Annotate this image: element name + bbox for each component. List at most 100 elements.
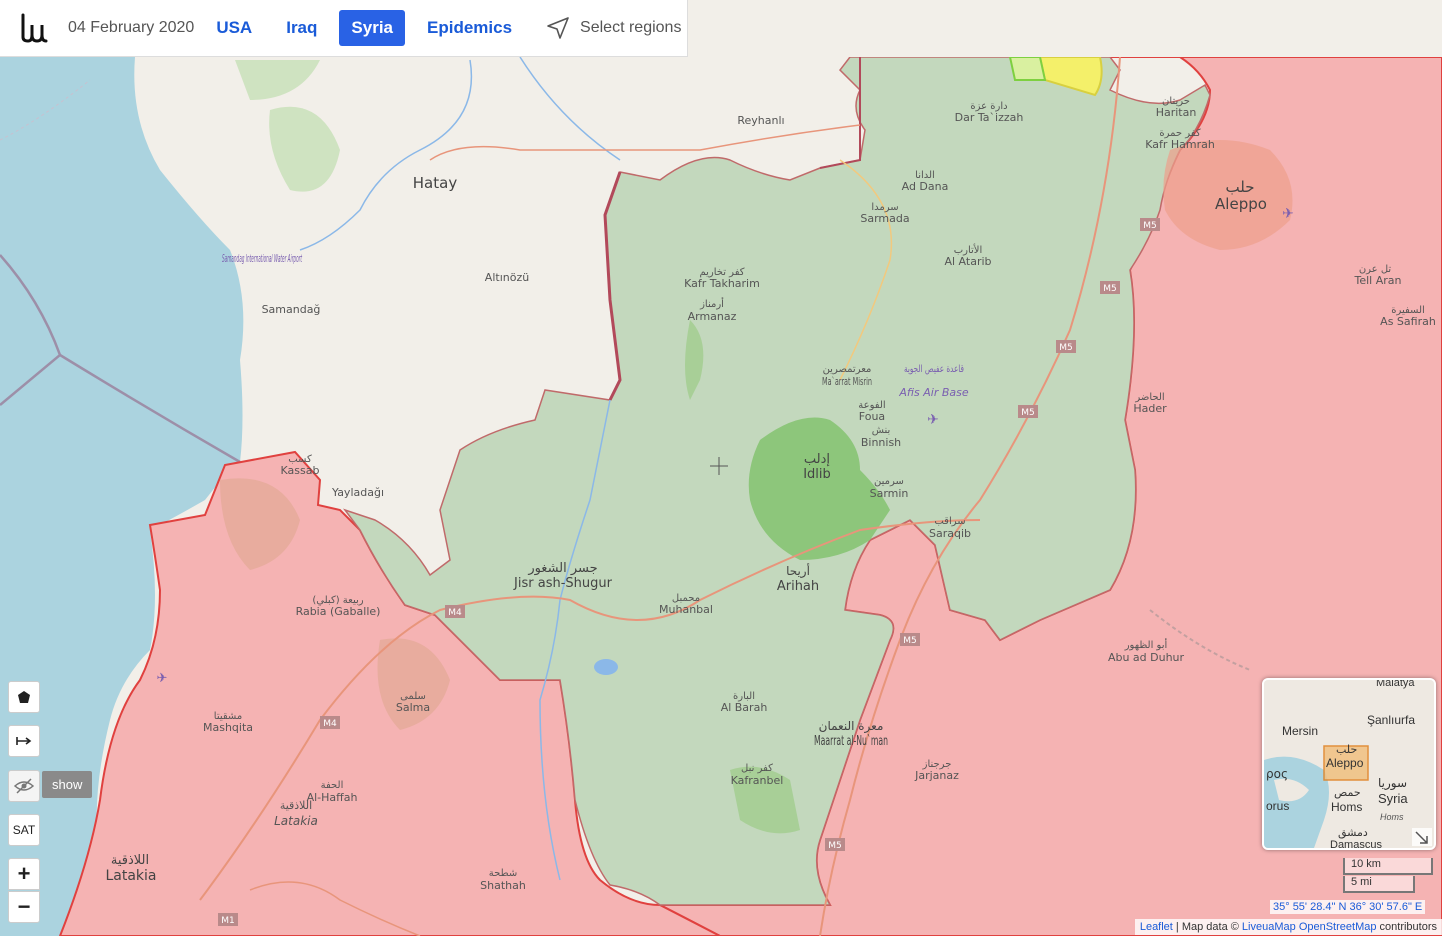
nav-usa[interactable]: USA	[216, 18, 252, 38]
svg-text:M5: M5	[1021, 408, 1035, 418]
label-aleppo: Aleppo	[1215, 195, 1267, 213]
draw-polygon-button[interactable]	[8, 681, 40, 713]
svg-text:M5: M5	[1059, 343, 1073, 353]
overview-minimap[interactable]: Mersin Şanlıurfa Malatya حلب Aleppo سوري…	[1262, 678, 1436, 850]
label-afis-ar: قاعدة عفيص الجوية	[904, 364, 964, 375]
label-latakia-gov-ar: اللاذقية	[280, 799, 312, 812]
scale-km: 10 km	[1343, 858, 1433, 875]
label-hatay: Hatay	[413, 174, 458, 192]
label-kafranbel: Kafranbel	[731, 774, 784, 787]
nav-syria[interactable]: Syria	[339, 10, 405, 46]
label-jisr: Jisr ash-Shugur	[513, 576, 613, 591]
toggle-visibility-button[interactable]	[8, 770, 40, 802]
label-kassab: Kassab	[281, 464, 320, 477]
liveuamap-link[interactable]: LiveuaMap	[1242, 921, 1296, 933]
satellite-toggle-button[interactable]: SAT	[8, 814, 40, 846]
label-shathah: Shathah	[480, 879, 526, 892]
minimap-homs-gov: Homs	[1380, 812, 1404, 822]
label-saraqib-ar: سراقب	[934, 516, 965, 527]
label-yayladagi: Yayladağı	[331, 486, 384, 499]
label-samandag-airport: Samandag International Water Airport	[222, 252, 302, 265]
label-salma: Salma	[396, 701, 430, 714]
label-saraqib: Saraqib	[929, 527, 971, 540]
label-maarat-numan: Maarrat al-Nu`man	[814, 734, 888, 749]
label-sarmada: Sarmada	[860, 212, 909, 225]
minimap-damascus: Damascus	[1330, 839, 1382, 848]
minimap-sanliurfa: Şanlıurfa	[1367, 713, 1415, 727]
road-shield-m5-3: M5	[1056, 340, 1076, 353]
svg-text:M5: M5	[1103, 284, 1117, 294]
label-maarat-numan-ar: معرة النعمان	[819, 719, 884, 734]
label-kafr-hamra: Kafr Hamrah	[1145, 138, 1215, 151]
minimap-canvas: Mersin Şanlıurfa Malatya حلب Aleppo سوري…	[1264, 680, 1434, 848]
svg-text:M4: M4	[323, 719, 337, 729]
label-ariha: Arihah	[777, 579, 819, 594]
zoom-out-button[interactable]: −	[8, 891, 40, 923]
label-armanaz-ar: أرمناز	[699, 297, 724, 310]
measure-icon	[16, 737, 32, 745]
minimap-damascus-ar: دمشق	[1338, 826, 1368, 840]
nav-epidemics[interactable]: Epidemics	[427, 18, 512, 38]
date-label[interactable]: 04 February 2020	[68, 19, 194, 37]
label-idlib-ar: إدلب	[804, 452, 830, 467]
minimap-homs-ar: حمص	[1334, 786, 1361, 799]
nav-iraq[interactable]: Iraq	[286, 18, 317, 38]
road-shield-m1: M1	[218, 913, 238, 926]
label-jisr-ar: جسر الشغور	[527, 561, 597, 576]
lake	[594, 659, 618, 675]
label-al-barah: Al Barah	[721, 701, 768, 714]
zoom-in-button[interactable]: +	[8, 858, 40, 890]
label-jarjanaz: Jarjanaz	[914, 769, 959, 782]
label-as-safirah: As Safirah	[1380, 315, 1436, 328]
label-binnish: Binnish	[861, 436, 901, 449]
minimap-cyprus-1: ρος	[1266, 767, 1288, 781]
minimap-cyprus-2: orus	[1266, 799, 1289, 813]
label-latakia: Latakia	[105, 868, 156, 884]
svg-text:M5: M5	[1143, 221, 1157, 231]
airport-icon-aleppo: ✈	[1282, 206, 1294, 222]
scale-mi: 5 mi	[1343, 876, 1415, 893]
top-bar: 04 February 2020 USA Iraq Syria Epidemic…	[0, 0, 688, 57]
label-abu-duhur: Abu ad Duhur	[1108, 651, 1185, 664]
label-tell-aran: Tell Aran	[1354, 274, 1402, 287]
polygon-icon	[18, 691, 30, 703]
road-shield-m5-2: M5	[1100, 281, 1120, 294]
osm-link[interactable]: OpenStreetMap	[1299, 921, 1377, 933]
label-kafr-takharim: Kafr Takharim	[684, 277, 760, 290]
label-maarat: Ma`arrat Misrin	[822, 375, 872, 388]
select-regions-label: Select regions	[580, 19, 682, 36]
label-latakia-gov: Latakia	[274, 814, 318, 828]
attribution-tail: contributors	[1376, 921, 1437, 933]
liveuamap-logo-icon[interactable]	[16, 11, 50, 45]
minimap-malatya: Malatya	[1376, 680, 1415, 689]
road-shield-m5-6: M5	[825, 838, 845, 851]
road-shield-m4-2: M4	[320, 716, 340, 729]
map-canvas[interactable]: M5 M5 M5 M5 M4 M4 M5 M5 M1 ✈ ✈ ✈ Hatay R…	[0, 57, 1442, 936]
attribution-sep: | Map data ©	[1172, 921, 1242, 933]
label-rabia: Rabia (Gaballe)	[296, 605, 381, 618]
label-foua: Foua	[859, 410, 885, 423]
svg-text:M5: M5	[903, 636, 917, 646]
label-samandag: Samandağ	[262, 303, 321, 316]
label-altinozu: Altınözü	[485, 271, 529, 284]
label-latakia-ar: اللاذقية	[111, 853, 149, 868]
navigation-arrow-icon	[547, 17, 569, 39]
label-ariha-ar: أريحا	[786, 563, 810, 579]
leaflet-link[interactable]: Leaflet	[1140, 921, 1173, 933]
label-hader: Hader	[1133, 402, 1167, 415]
label-sarmin-ar: سرمين	[874, 476, 904, 487]
label-al-haffah: Al-Haffah	[307, 791, 358, 804]
measure-button[interactable]	[8, 725, 40, 757]
label-al-haffah-ar: الحفة	[321, 780, 344, 791]
label-kafranbel-ar: كفر نبل	[741, 763, 773, 774]
label-reyhanli: Reyhanlı	[737, 114, 784, 127]
minimap-aleppo: Aleppo	[1326, 756, 1364, 770]
eye-off-icon	[14, 778, 34, 794]
select-regions-button[interactable]: Select regions	[546, 16, 681, 40]
map-attribution: Leaflet | Map data © LiveuaMap OpenStree…	[1134, 919, 1442, 935]
label-afis: Afis Air Base	[898, 386, 968, 399]
cursor-coordinates: 35° 55' 28.4" N 36° 30' 57.6" E	[1270, 900, 1426, 914]
label-mashqita: Mashqita	[203, 721, 253, 734]
label-shathah-ar: شطحة	[489, 868, 517, 879]
label-armanaz: Armanaz	[688, 310, 737, 323]
